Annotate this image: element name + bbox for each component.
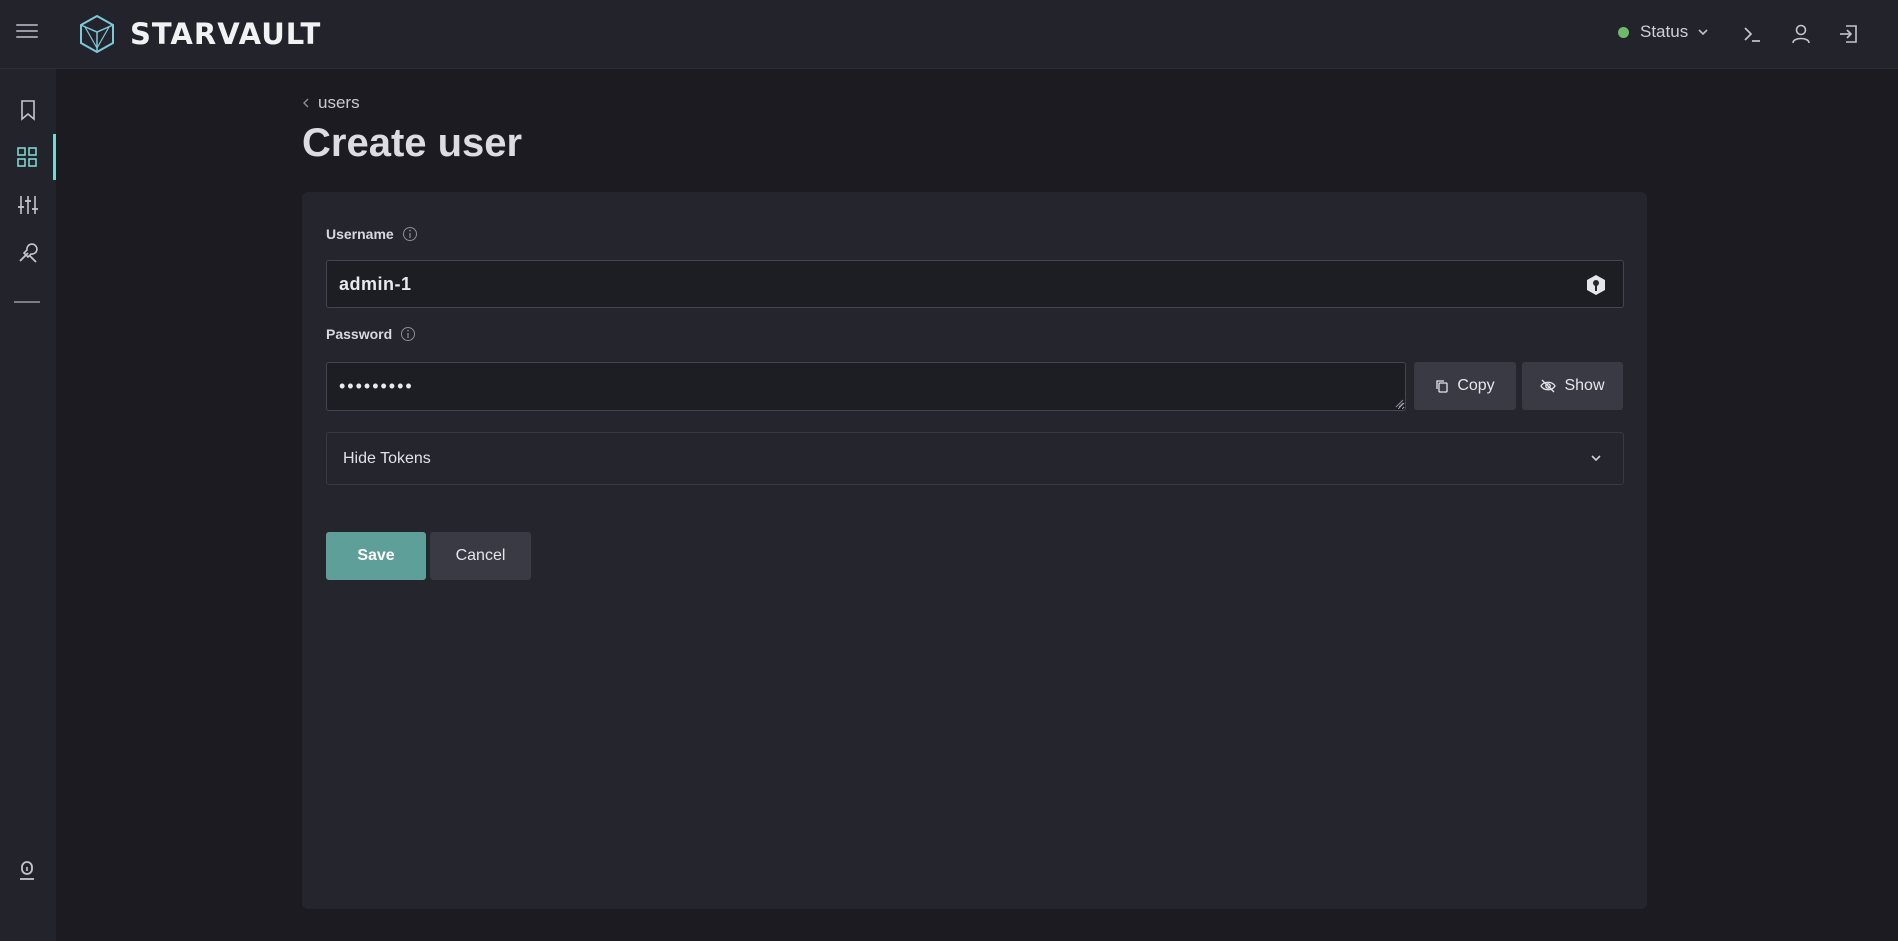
- main-content: users Create user Username Password: [56, 69, 1898, 941]
- sidebar-divider: [14, 301, 40, 303]
- create-user-form: Username Password •••••••••: [302, 192, 1647, 909]
- info-icon[interactable]: [400, 326, 416, 342]
- copy-button[interactable]: Copy: [1414, 362, 1516, 410]
- status-dropdown[interactable]: Status: [1618, 22, 1710, 42]
- bookmark-icon: [21, 100, 35, 121]
- info-icon[interactable]: [402, 226, 418, 242]
- password-label-text: Password: [326, 326, 393, 342]
- key-hexagon-icon[interactable]: [1585, 273, 1607, 297]
- chevron-down-icon: [1591, 455, 1601, 462]
- breadcrumb[interactable]: users: [302, 93, 360, 113]
- sidebar-item-tools[interactable]: [0, 230, 56, 276]
- sidebar-item-dashboard[interactable]: [0, 134, 56, 180]
- show-button-label: Show: [1564, 377, 1605, 394]
- chevron-down-icon: [1698, 29, 1708, 36]
- breadcrumb-users-link[interactable]: users: [318, 93, 360, 113]
- tools-icon: [19, 243, 38, 263]
- page-title: Create user: [302, 121, 523, 165]
- save-button[interactable]: Save: [326, 532, 426, 580]
- terminal-icon[interactable]: [1740, 22, 1764, 46]
- pin-icon[interactable]: [16, 859, 38, 888]
- show-button[interactable]: Show: [1522, 362, 1623, 410]
- hide-tokens-accordion[interactable]: Hide Tokens: [326, 432, 1624, 485]
- status-indicator: [1618, 26, 1629, 38]
- username-label-text: Username: [326, 226, 394, 242]
- logo-hexagon-icon: [80, 14, 114, 54]
- grid-icon: [16, 147, 37, 167]
- username-label: Username: [326, 226, 418, 242]
- sliders-icon: [18, 196, 38, 214]
- password-label: Password: [326, 326, 416, 342]
- username-input[interactable]: [326, 260, 1624, 308]
- status-label: Status: [1640, 22, 1689, 41]
- sign-out-icon[interactable]: [1837, 22, 1861, 46]
- accordion-label: Hide Tokens: [343, 450, 431, 467]
- user-icon[interactable]: [1789, 22, 1813, 46]
- resize-grip-icon[interactable]: [1395, 399, 1404, 408]
- logo[interactable]: STARVAULT: [78, 14, 321, 54]
- chevron-left-icon: [303, 98, 309, 108]
- top-bar: STARVAULT Status: [0, 0, 1898, 69]
- password-input[interactable]: •••••••••: [326, 362, 1406, 411]
- cancel-button[interactable]: Cancel: [430, 532, 531, 580]
- sidebar-item-bookmarks[interactable]: [0, 87, 56, 133]
- sidebar-item-settings[interactable]: [0, 182, 56, 228]
- sidebar: [0, 69, 56, 941]
- copy-button-label: Copy: [1457, 377, 1495, 394]
- hamburger-menu-icon[interactable]: [16, 24, 38, 46]
- brand-name: STARVAULT: [130, 17, 322, 51]
- copy-icon: [1436, 380, 1448, 393]
- eye-off-icon: [1540, 379, 1557, 393]
